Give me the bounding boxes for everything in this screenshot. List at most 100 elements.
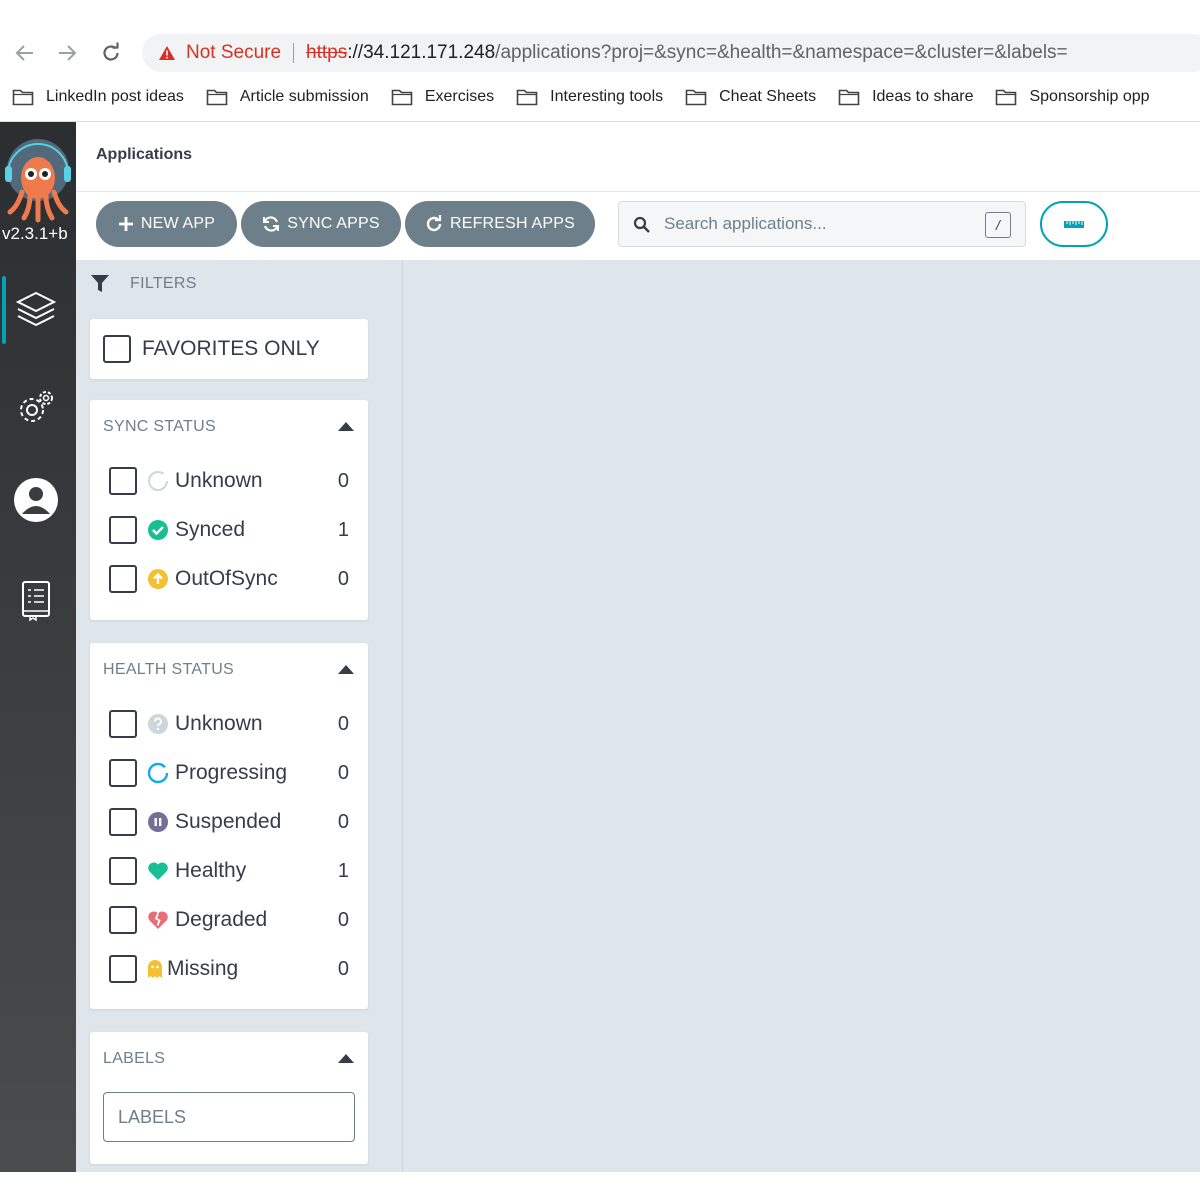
health-unknown-checkbox[interactable] bbox=[109, 710, 137, 738]
health-status-panel: HEALTH STATUS Unknown 0 Progressing 0 Su… bbox=[90, 643, 368, 1009]
sync-unknown-count: 0 bbox=[337, 469, 349, 492]
left-nav: v2.3.1+b bbox=[0, 122, 76, 1172]
page-title: Applications bbox=[96, 146, 193, 163]
sync-synced-label: Synced bbox=[175, 518, 246, 541]
collapse-caret-icon[interactable] bbox=[338, 422, 354, 431]
sync-filter-row[interactable]: Synced 1 bbox=[109, 515, 349, 545]
progress-circle-icon bbox=[147, 762, 169, 784]
sync-unknown-label: Unknown bbox=[175, 469, 263, 492]
health-degraded-checkbox[interactable] bbox=[109, 906, 137, 934]
nav-settings[interactable] bbox=[12, 384, 60, 432]
labels-input[interactable] bbox=[103, 1092, 355, 1142]
health-filter-row[interactable]: Healthy 1 bbox=[109, 856, 349, 886]
sync-outofsync-checkbox[interactable] bbox=[109, 565, 137, 593]
bookmark-label: Interesting tools bbox=[550, 88, 664, 105]
arrow-up-circle-icon bbox=[147, 568, 169, 590]
search-input[interactable] bbox=[664, 214, 964, 234]
health-filter-row[interactable]: Missing 0 bbox=[109, 954, 349, 984]
docs-icon bbox=[22, 581, 50, 622]
page-header: Applications bbox=[76, 122, 1200, 192]
collapse-caret-icon[interactable] bbox=[338, 665, 354, 674]
broken-heart-icon bbox=[147, 909, 169, 931]
address-bar[interactable]: Not Secure https://34.121.171.248/applic… bbox=[142, 34, 1200, 72]
collapse-caret-icon[interactable] bbox=[338, 1054, 354, 1063]
bookmarks-bar: LinkedIn post ideas Article submission E… bbox=[0, 82, 1200, 112]
check-circle-icon bbox=[147, 519, 169, 541]
version-label: v2.3.1+b bbox=[2, 224, 68, 243]
sync-apps-button[interactable]: SYNC APPS bbox=[241, 201, 401, 247]
not-secure-label: Not Secure bbox=[186, 42, 282, 63]
forward-button[interactable] bbox=[52, 38, 82, 68]
sync-synced-checkbox[interactable] bbox=[109, 516, 137, 544]
health-progressing-count: 0 bbox=[337, 761, 349, 784]
bookmark-folder[interactable]: Exercises bbox=[391, 88, 494, 106]
favorites-only-toggle[interactable]: FAVORITES ONLY bbox=[103, 334, 343, 364]
health-suspended-label: Suspended bbox=[175, 810, 282, 833]
new-app-button[interactable]: NEW APP bbox=[96, 201, 237, 247]
folder-icon bbox=[391, 89, 413, 106]
keyboard-shortcut-hint: / bbox=[985, 212, 1011, 238]
sync-unknown-checkbox[interactable] bbox=[109, 467, 137, 495]
url-protocol: https bbox=[306, 42, 348, 63]
bookmark-folder[interactable]: Sponsorship opp bbox=[995, 88, 1150, 106]
new-app-label: NEW APP bbox=[140, 215, 216, 232]
layers-icon bbox=[15, 291, 57, 327]
nav-applications[interactable] bbox=[12, 286, 60, 334]
bookmark-folder[interactable]: Article submission bbox=[206, 88, 369, 106]
bookmark-label: Article submission bbox=[239, 88, 369, 105]
bookmark-folder[interactable]: Ideas to share bbox=[838, 88, 973, 106]
sync-filter-row[interactable]: OutOfSync 0 bbox=[109, 564, 349, 594]
redo-icon bbox=[426, 215, 442, 232]
favorites-checkbox[interactable] bbox=[103, 335, 131, 363]
bookmark-label: Cheat Sheets bbox=[719, 88, 817, 105]
argo-logo[interactable] bbox=[4, 134, 72, 224]
refresh-apps-button[interactable]: REFRESH APPS bbox=[405, 201, 595, 247]
view-toggle-button[interactable] bbox=[1040, 201, 1108, 247]
bookmark-folder[interactable]: LinkedIn post ideas bbox=[12, 88, 184, 106]
toolbar: NEW APP SYNC APPS REFRESH APPS / bbox=[76, 192, 1200, 260]
reload-button[interactable] bbox=[96, 38, 126, 68]
ghost-icon bbox=[147, 958, 163, 980]
heart-icon bbox=[147, 860, 169, 882]
search-icon bbox=[633, 216, 650, 233]
health-filter-row[interactable]: Unknown 0 bbox=[109, 709, 349, 739]
arrow-right-icon bbox=[59, 45, 77, 61]
bookmark-folder[interactable]: Interesting tools bbox=[516, 88, 663, 106]
sync-outofsync-label: OutOfSync bbox=[175, 567, 278, 590]
health-unknown-count: 0 bbox=[337, 712, 349, 735]
health-healthy-checkbox[interactable] bbox=[109, 857, 137, 885]
ruler-icon bbox=[1064, 221, 1084, 228]
folder-icon bbox=[516, 89, 538, 106]
health-filter-row[interactable]: Degraded 0 bbox=[109, 905, 349, 935]
folder-icon bbox=[685, 89, 707, 106]
health-status-title: HEALTH STATUS bbox=[103, 661, 235, 678]
health-missing-checkbox[interactable] bbox=[109, 955, 137, 983]
nav-documentation[interactable] bbox=[12, 576, 60, 624]
sync-filter-row[interactable]: Unknown 0 bbox=[109, 466, 349, 496]
health-degraded-label: Degraded bbox=[175, 908, 268, 931]
health-progressing-checkbox[interactable] bbox=[109, 759, 137, 787]
health-filter-row[interactable]: Progressing 0 bbox=[109, 758, 349, 788]
browser-toolbar: Not Secure https://34.121.171.248/applic… bbox=[0, 0, 1200, 122]
health-unknown-label: Unknown bbox=[175, 712, 263, 735]
health-suspended-checkbox[interactable] bbox=[109, 808, 137, 836]
plus-icon bbox=[118, 217, 133, 231]
folder-icon bbox=[206, 89, 228, 106]
nav-user-info[interactable] bbox=[12, 476, 60, 524]
favorites-label: FAVORITES ONLY bbox=[142, 337, 320, 360]
page-bottom-margin bbox=[0, 1172, 1200, 1200]
health-filter-row[interactable]: Suspended 0 bbox=[109, 807, 349, 837]
bookmark-folder[interactable]: Cheat Sheets bbox=[685, 88, 816, 106]
octopus-logo-icon bbox=[5, 139, 71, 223]
favorites-panel: FAVORITES ONLY bbox=[90, 319, 368, 379]
filters-title: FILTERS bbox=[130, 275, 197, 292]
labels-title: LABELS bbox=[103, 1050, 166, 1067]
settings-gears-icon bbox=[20, 391, 53, 422]
arrow-left-icon bbox=[15, 45, 33, 61]
folder-icon bbox=[996, 89, 1017, 106]
back-button[interactable] bbox=[10, 38, 40, 68]
health-suspended-count: 0 bbox=[337, 810, 349, 833]
sync-icon bbox=[263, 216, 280, 232]
sync-status-title: SYNC STATUS bbox=[103, 418, 216, 435]
pause-circle-icon bbox=[147, 811, 169, 833]
